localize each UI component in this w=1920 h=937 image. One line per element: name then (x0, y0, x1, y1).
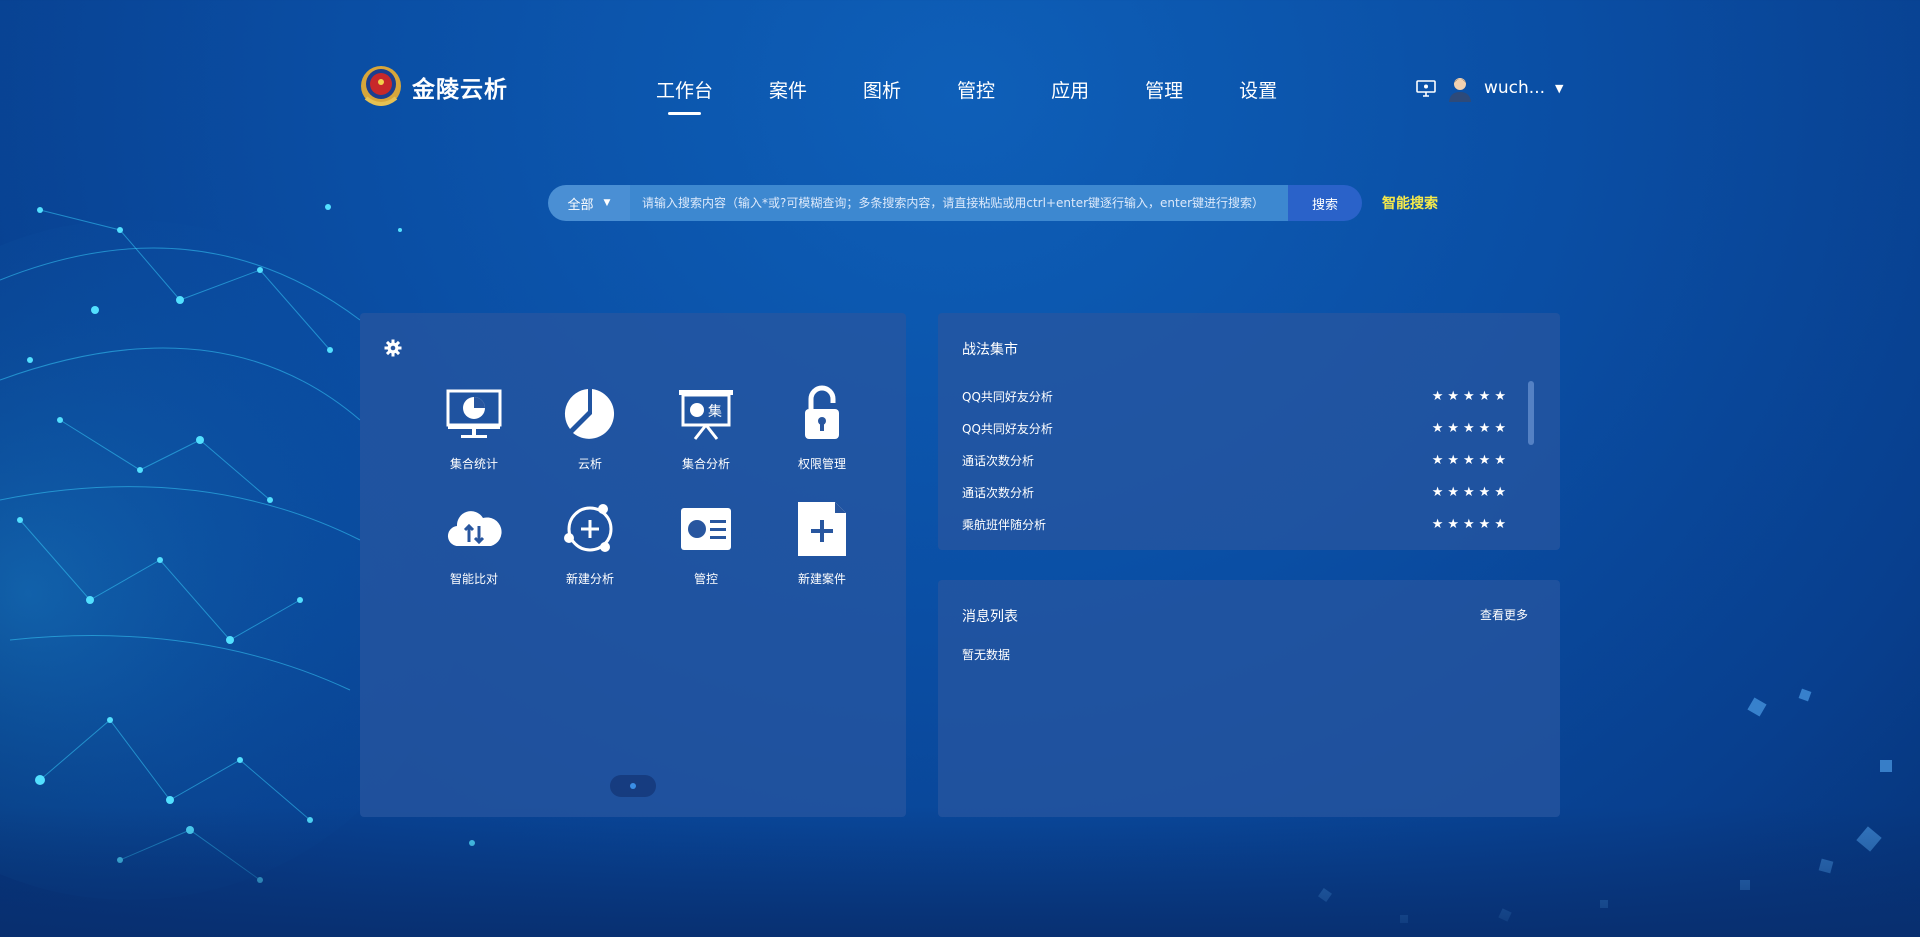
tool-label: 新建分析 (565, 572, 614, 586)
search-button[interactable]: 搜索 (1288, 185, 1362, 221)
smart-search-link[interactable]: 智能搜索 (1382, 193, 1438, 213)
app-name: 金陵云析 (412, 77, 508, 103)
monitor-chart-icon (446, 389, 502, 438)
tool-new-case[interactable]: 新建案件 (764, 500, 880, 587)
new-analysis-icon (564, 504, 613, 552)
svg-text:集: 集 (708, 403, 722, 420)
nav-workbench[interactable]: 工作台 (656, 76, 713, 115)
search-bar: 全部 ▼ 搜索 智能搜索 (548, 185, 1438, 221)
tool-label: 集合分析 (681, 457, 730, 471)
scrollbar-thumb[interactable] (1528, 381, 1534, 445)
nav-graph-analysis[interactable]: 图析 (863, 76, 901, 103)
tool-label: 智能比对 (449, 572, 498, 586)
police-badge-icon (361, 66, 401, 106)
tactic-name: QQ共同好友分析 (962, 421, 1053, 436)
tool-collection-analysis[interactable]: 集 集合分析 (648, 385, 764, 472)
quick-tools-panel: 集合统计 云析 集 集合分析 权限管理 智能比对 新建分析 管控 新建案件 (360, 313, 906, 817)
empty-state-text: 暂无数据 (962, 648, 1011, 662)
panel-title: 消息列表 (962, 609, 1018, 625)
tool-permission-management[interactable]: 权限管理 (764, 385, 880, 472)
view-more-link[interactable]: 查看更多 (1480, 606, 1528, 623)
tactics-list: QQ共同好友分析 ★★★★★ QQ共同好友分析 ★★★★★ 通话次数分析 ★★★… (962, 380, 1510, 540)
rating-stars: ★★★★★ (1431, 388, 1510, 404)
tools-grid: 集合统计 云析 集 集合分析 权限管理 智能比对 新建分析 管控 新建案件 (416, 385, 880, 587)
rating-stars: ★★★★★ (1431, 420, 1510, 436)
messages-panel: 消息列表 查看更多 暂无数据 (938, 580, 1560, 817)
tool-label: 权限管理 (797, 457, 846, 471)
presentation-icon: 集 (679, 390, 733, 440)
tactic-name: 通话次数分析 (962, 453, 1035, 468)
main-nav: 工作台 案件 图析 管控 应用 管理 设置 (656, 76, 1333, 115)
panel-title: 战法集市 (962, 342, 1018, 358)
list-item[interactable]: QQ共同好友分析 ★★★★★ (962, 380, 1510, 412)
nav-apps[interactable]: 应用 (1051, 76, 1089, 103)
cloud-compare-icon (447, 511, 502, 547)
monitor-icon[interactable] (1416, 79, 1436, 97)
list-item[interactable]: 乘航班伴随分析 ★★★★★ (962, 508, 1510, 540)
gear-icon[interactable] (384, 339, 402, 357)
nav-cases[interactable]: 案件 (769, 76, 807, 103)
nav-settings[interactable]: 设置 (1239, 76, 1277, 103)
search-scope-dropdown[interactable]: 全部 ▼ (548, 185, 630, 221)
username[interactable]: wuch... (1484, 78, 1545, 98)
user-avatar[interactable] (1446, 74, 1474, 102)
tool-smart-compare[interactable]: 智能比对 (416, 500, 532, 587)
tool-label: 云析 (577, 457, 602, 471)
search-input[interactable] (630, 185, 1288, 221)
lock-icon (805, 385, 839, 439)
caret-down-icon[interactable]: ▼ (1555, 82, 1563, 95)
tool-control[interactable]: 管控 (648, 500, 764, 587)
tool-new-analysis[interactable]: 新建分析 (532, 500, 648, 587)
tool-cloud-analysis[interactable]: 云析 (532, 385, 648, 472)
new-file-icon (798, 502, 846, 556)
tool-collection-stats[interactable]: 集合统计 (416, 385, 532, 472)
tool-label: 集合统计 (449, 457, 498, 471)
list-item[interactable]: 通话次数分析 ★★★★★ (962, 476, 1510, 508)
rating-stars: ★★★★★ (1431, 452, 1510, 468)
search-scope-label: 全部 (567, 197, 594, 213)
tactic-name: 乘航班伴随分析 (962, 517, 1047, 532)
caret-down-icon: ▼ (603, 198, 611, 208)
rating-stars: ★★★★★ (1431, 516, 1510, 532)
user-menu[interactable]: wuch... ▼ (1416, 74, 1563, 102)
app-logo[interactable]: 金陵云析 (358, 64, 508, 110)
pie-chart-icon (564, 389, 615, 439)
tool-label: 管控 (693, 572, 718, 586)
list-item[interactable]: QQ共同好友分析 ★★★★★ (962, 412, 1510, 444)
rating-stars: ★★★★★ (1431, 484, 1510, 500)
tactic-name: 通话次数分析 (962, 485, 1035, 500)
pager-indicator[interactable] (610, 775, 656, 797)
pager-dot (630, 783, 636, 789)
tool-label: 新建案件 (797, 572, 846, 586)
tactics-market-panel: 战法集市 QQ共同好友分析 ★★★★★ QQ共同好友分析 ★★★★★ 通话次数分… (938, 313, 1560, 550)
nav-management[interactable]: 管理 (1145, 76, 1183, 103)
nav-control[interactable]: 管控 (957, 76, 995, 103)
id-card-icon (681, 508, 731, 550)
list-item[interactable]: 通话次数分析 ★★★★★ (962, 444, 1510, 476)
tactic-name: QQ共同好友分析 (962, 389, 1053, 404)
top-header: 金陵云析 工作台 案件 图析 管控 应用 管理 设置 wuch... ▼ (0, 0, 1920, 130)
